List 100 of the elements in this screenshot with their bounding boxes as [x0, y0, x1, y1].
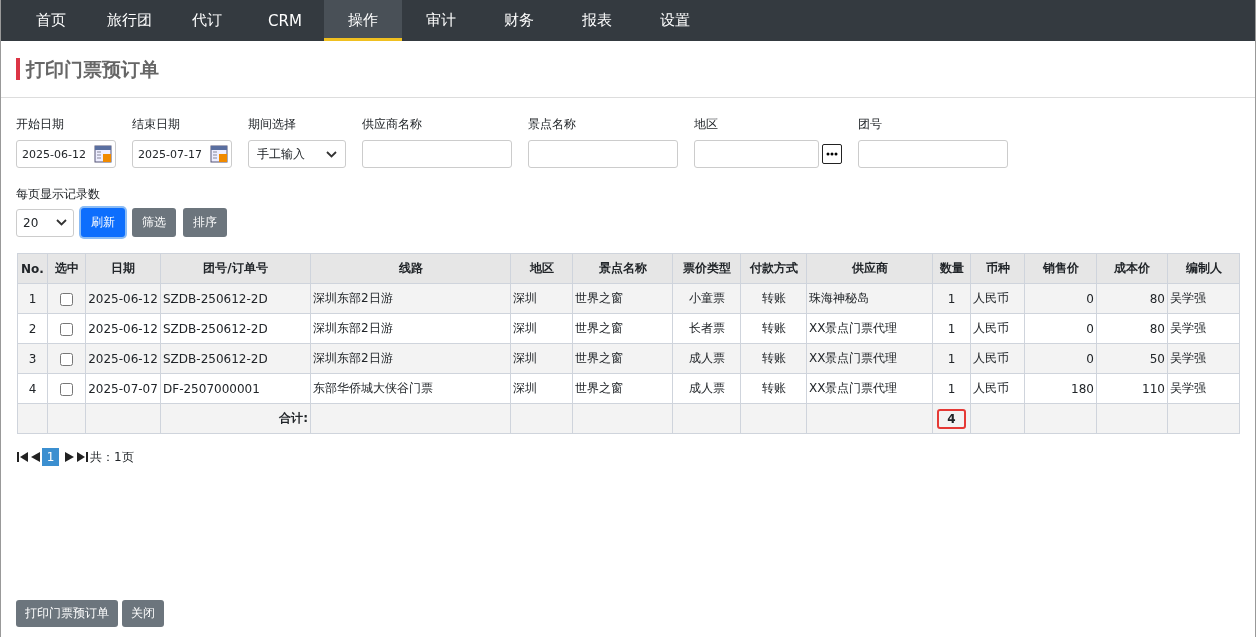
table-cell: 小童票	[672, 283, 741, 314]
total-label: 合计:	[279, 411, 308, 425]
table-cell: 180	[1024, 373, 1097, 404]
page-size-label: 每页显示记录数	[16, 186, 101, 202]
action-button[interactable]: 排序	[183, 208, 227, 237]
column-header: 付款方式	[740, 253, 807, 284]
table-cell: 深圳东部2日游	[310, 283, 511, 314]
table-cell: 深圳东部2日游	[310, 313, 511, 344]
calendar-icon[interactable]	[94, 145, 112, 163]
input-field[interactable]	[362, 140, 512, 168]
nav-tab[interactable]: 首页	[12, 0, 90, 41]
table-cell: 80	[1096, 313, 1168, 344]
nav-tab[interactable]: 代订	[168, 0, 246, 41]
table-cell: 吴学强	[1167, 313, 1240, 344]
table-cell: 深圳	[510, 313, 573, 344]
table-cell: 转账	[740, 283, 807, 314]
table-cell: 4	[17, 373, 48, 404]
row-checkbox[interactable]	[60, 322, 73, 336]
table-cell: 人民币	[970, 343, 1025, 374]
filter-label: 结束日期	[132, 116, 181, 132]
table-cell: 世界之窗	[572, 283, 673, 314]
table-cell: 深圳	[510, 343, 573, 374]
table-cell: 0	[1024, 343, 1097, 374]
column-header: 日期	[85, 253, 161, 284]
next-page-icon[interactable]	[65, 452, 75, 462]
table-cell: 深圳	[510, 373, 573, 404]
filter-label: 景点名称	[528, 116, 577, 132]
last-page-icon[interactable]	[77, 452, 88, 462]
nav-tab[interactable]: CRM	[246, 0, 324, 41]
table-cell: 3	[17, 343, 48, 374]
nav-tab[interactable]: 报表	[558, 0, 636, 41]
first-page-icon[interactable]	[17, 452, 28, 462]
caret-icon	[326, 150, 337, 158]
column-header: 票价类型	[672, 253, 741, 284]
column-header: 线路	[310, 253, 511, 284]
nav-tab[interactable]: 操作	[324, 0, 402, 41]
column-header: 币种	[970, 253, 1025, 284]
input-field[interactable]	[694, 140, 819, 168]
table-cell: 吴学强	[1167, 343, 1240, 374]
filter-label: 供应商名称	[362, 116, 423, 132]
total-quantity: 4	[937, 408, 966, 429]
row-checkbox[interactable]	[60, 352, 73, 366]
table-cell: 世界之窗	[572, 373, 673, 404]
table-cell: XX景点门票代理	[806, 313, 933, 344]
table-cell: XX景点门票代理	[806, 343, 933, 374]
column-header: 供应商	[806, 253, 933, 284]
table-cell: 转账	[740, 373, 807, 404]
table-cell: 人民币	[970, 313, 1025, 344]
table-cell: 2025-06-12	[85, 313, 161, 344]
table-cell: 2025-06-12	[85, 343, 161, 374]
table-cell: 珠海神秘岛	[806, 283, 933, 314]
table-cell: 1	[932, 313, 971, 344]
table-cell: 吴学强	[1167, 373, 1240, 404]
action-button[interactable]: 刷新	[81, 208, 125, 237]
column-header: No.	[17, 253, 48, 284]
nav-tab[interactable]: 旅行团	[90, 0, 168, 41]
column-header: 销售价	[1024, 253, 1097, 284]
page-summary: 共：1页	[90, 448, 134, 466]
table-cell: 110	[1096, 373, 1168, 404]
table-cell: 0	[1024, 313, 1097, 344]
table-cell: DF-2507000001	[160, 373, 311, 404]
date-field[interactable]: 2025-07-17	[132, 140, 232, 168]
period-select[interactable]: 手工输入	[248, 140, 346, 168]
table-cell: 2025-06-12	[85, 283, 161, 314]
nav-tab[interactable]: 财务	[480, 0, 558, 41]
table-cell: 0	[1024, 283, 1097, 314]
table-cell: 世界之窗	[572, 343, 673, 374]
nav-tab[interactable]: 审计	[402, 0, 480, 41]
input-field[interactable]	[858, 140, 1008, 168]
table-cell: 1	[17, 283, 48, 314]
table-cell: 成人票	[672, 373, 741, 404]
more-button[interactable]	[822, 144, 842, 164]
column-header: 地区	[510, 253, 573, 284]
calendar-icon[interactable]	[210, 145, 228, 163]
column-header: 编制人	[1167, 253, 1240, 284]
date-field[interactable]: 2025-06-12	[16, 140, 116, 168]
page-title: 打印门票预订单	[16, 58, 159, 80]
page-size-select[interactable]: 20	[16, 208, 74, 237]
filter-label: 期间选择	[248, 116, 297, 132]
filter-label: 地区	[694, 116, 719, 132]
previous-page-icon[interactable]	[30, 452, 40, 462]
table-cell: 长者票	[672, 313, 741, 344]
table-cell: 转账	[740, 313, 807, 344]
nav-tab[interactable]: 设置	[636, 0, 714, 41]
table-cell: 转账	[740, 343, 807, 374]
action-button[interactable]: 筛选	[132, 208, 176, 237]
table-cell: 80	[1096, 283, 1168, 314]
table-cell: 东部华侨城大侠谷门票	[310, 373, 511, 404]
footer-button[interactable]: 关闭	[122, 600, 164, 627]
row-checkbox[interactable]	[60, 382, 73, 396]
table-cell: 2	[17, 313, 48, 344]
table-cell: SZDB-250612-2D	[160, 283, 311, 314]
caret-icon	[56, 219, 67, 226]
footer-button[interactable]: 打印门票预订单	[16, 600, 118, 627]
table-cell: 2025-07-07	[85, 373, 161, 404]
table-cell: SZDB-250612-2D	[160, 343, 311, 374]
table-cell: 人民币	[970, 373, 1025, 404]
column-header: 景点名称	[572, 253, 673, 284]
input-field[interactable]	[528, 140, 678, 168]
row-checkbox[interactable]	[60, 292, 73, 306]
